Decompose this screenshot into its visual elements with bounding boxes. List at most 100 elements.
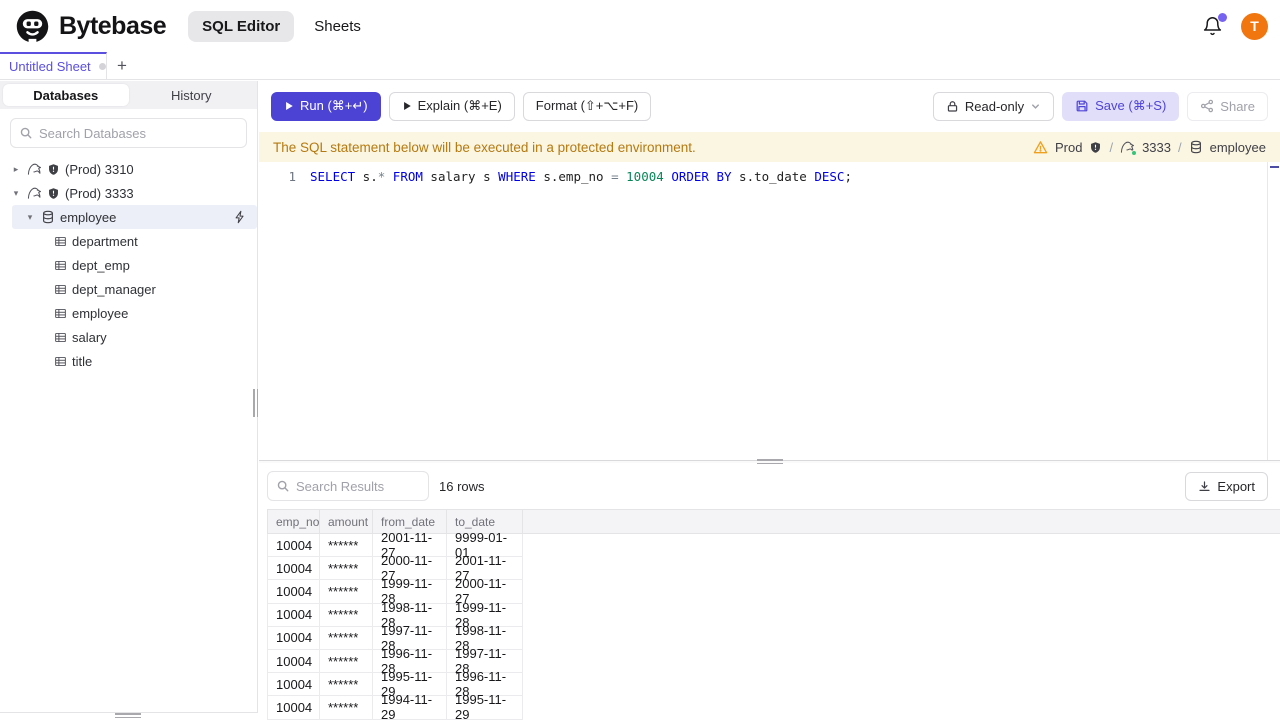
table-label: title: [72, 353, 93, 369]
tree-table-row[interactable]: dept_manager: [0, 277, 257, 301]
environment-label[interactable]: Prod: [1055, 140, 1082, 155]
format-button[interactable]: Format (⇧+⌥+F): [522, 91, 652, 121]
sheet-state-icon: [98, 63, 106, 70]
sql-token: 10004: [626, 168, 664, 184]
readonly-mode-select[interactable]: Read-only: [932, 91, 1055, 121]
nav-sheets[interactable]: Sheets: [304, 11, 371, 42]
play-icon: [402, 101, 412, 111]
new-sheet-button[interactable]: +: [107, 52, 137, 79]
tree-table-row[interactable]: employee: [0, 301, 257, 325]
app: Bytebase SQL Editor Sheets T Untitled Sh…: [0, 0, 1280, 720]
table-cell: 10004: [268, 626, 320, 650]
results-grid: emp_no amount from_date to_date 10004 ****** 2…: [267, 509, 1280, 720]
database-tree: ▸ (Prod) 3310 ▾ (Prod) 3333 ▾ employee departm…: [0, 157, 257, 373]
download-icon: [1198, 480, 1211, 493]
sql-token: SELECT: [310, 168, 356, 184]
table-row: 10004 ****** 1994-11-29 1995-11-29: [267, 692, 1280, 720]
export-button[interactable]: Export: [1185, 471, 1268, 501]
tree-instance-row[interactable]: ▾ (Prod) 3333: [0, 181, 257, 205]
tab-databases[interactable]: Databases: [3, 84, 129, 106]
database-label[interactable]: employee: [1210, 140, 1266, 155]
search-icon: [276, 479, 290, 493]
line-number: 1: [288, 168, 296, 184]
sidebar-bottom-resize-handle[interactable]: [115, 713, 141, 718]
row-count: 16 rows: [439, 478, 485, 494]
table-cell: ******: [320, 557, 373, 581]
results-resize-handle[interactable]: [757, 459, 783, 464]
mysql-icon: [27, 162, 42, 177]
table-cell: 10004: [268, 580, 320, 604]
column-header: amount: [320, 510, 373, 534]
results-toolbar: 16 rows Export: [259, 463, 1280, 509]
warning-icon: [1033, 140, 1048, 155]
notification-bell-icon[interactable]: [1202, 12, 1227, 37]
table-icon: [54, 307, 67, 320]
tree-table-row[interactable]: department: [0, 229, 257, 253]
table-icon: [54, 259, 67, 272]
table-label: salary: [72, 329, 107, 345]
tree-table-row[interactable]: title: [0, 349, 257, 373]
table-cell: ******: [320, 649, 373, 674]
main-panel: Run (⌘+↵) Explain (⌘+E) Format (⇧+⌥+F) R…: [259, 80, 1280, 720]
editor-toolbar: Run (⌘+↵) Explain (⌘+E) Format (⇧+⌥+F) R…: [259, 80, 1280, 132]
top-nav: SQL Editor Sheets: [188, 10, 371, 42]
column-header: emp_no: [268, 510, 320, 534]
protected-env-banner: The SQL statement below will be executed…: [259, 132, 1280, 162]
sidebar-tabs: Databases History: [0, 81, 257, 109]
bytebase-logo-icon[interactable]: [14, 8, 51, 45]
avatar[interactable]: T: [1241, 12, 1268, 40]
tree-table-row[interactable]: dept_emp: [0, 253, 257, 277]
table-cell: 10004: [268, 557, 320, 581]
sql-token: salary s: [422, 168, 499, 184]
minimap[interactable]: [1267, 162, 1280, 460]
play-icon: [284, 101, 294, 111]
sql-token: s.to_date: [731, 168, 815, 184]
table-label: department: [72, 233, 138, 249]
connection-breadcrumb: Prod / 3333 / employee: [1033, 140, 1266, 156]
table-icon: [54, 283, 67, 296]
table-cell: ******: [320, 673, 373, 697]
caret-down-icon[interactable]: ▾: [10, 188, 22, 199]
nav-sql-editor[interactable]: SQL Editor: [188, 10, 295, 42]
table-label: dept_emp: [72, 257, 130, 273]
instance-label[interactable]: 3333: [1142, 140, 1171, 155]
lock-icon: [946, 100, 959, 113]
database-label: employee: [60, 209, 117, 225]
table-cell: 10004: [268, 649, 320, 674]
share-button[interactable]: Share: [1187, 91, 1268, 121]
tree-database-row[interactable]: ▾ employee: [12, 205, 257, 229]
search-icon: [19, 126, 33, 140]
tree-instance-row[interactable]: ▸ (Prod) 3310: [0, 157, 257, 181]
tree-table-row[interactable]: salary: [0, 325, 257, 349]
table-cell: 10004: [268, 534, 320, 558]
tab-history[interactable]: History: [129, 84, 255, 106]
chevron-down-icon: [1030, 101, 1041, 112]
sidebar-resize-handle[interactable]: [253, 389, 259, 417]
sql-token: s.: [355, 168, 378, 184]
search-results-input[interactable]: [296, 478, 420, 494]
top-header: Bytebase SQL Editor Sheets T: [0, 0, 1280, 52]
table-label: employee: [72, 305, 129, 321]
save-button[interactable]: Save (⌘+S): [1062, 91, 1180, 121]
database-icon: [1189, 140, 1203, 154]
sql-token: ;: [844, 168, 852, 184]
table-cell: 10004: [268, 673, 320, 697]
connect-lightning-icon[interactable]: [233, 210, 247, 224]
explain-button[interactable]: Explain (⌘+E): [388, 91, 515, 121]
table-cell: 1995-11-29: [447, 692, 523, 720]
tab-untitled-sheet[interactable]: Untitled Sheet: [0, 52, 107, 79]
status-dot: [1131, 149, 1138, 156]
caret-right-icon[interactable]: ▸: [10, 164, 22, 175]
banner-message: The SQL statement below will be executed…: [273, 139, 696, 155]
sql-editor[interactable]: 1 SELECT s.* FROM salary s WHERE s.emp_n…: [259, 162, 1280, 460]
table-cell: ******: [320, 603, 373, 627]
caret-down-icon[interactable]: ▾: [24, 212, 36, 223]
table-cell: ******: [320, 534, 373, 558]
minimap-code-line: [1270, 166, 1279, 168]
run-button[interactable]: Run (⌘+↵): [271, 91, 381, 121]
search-databases-input[interactable]: [39, 125, 238, 141]
table-cell: 1994-11-29: [373, 692, 447, 720]
header-right: T: [1202, 12, 1268, 40]
share-icon: [1200, 99, 1214, 113]
